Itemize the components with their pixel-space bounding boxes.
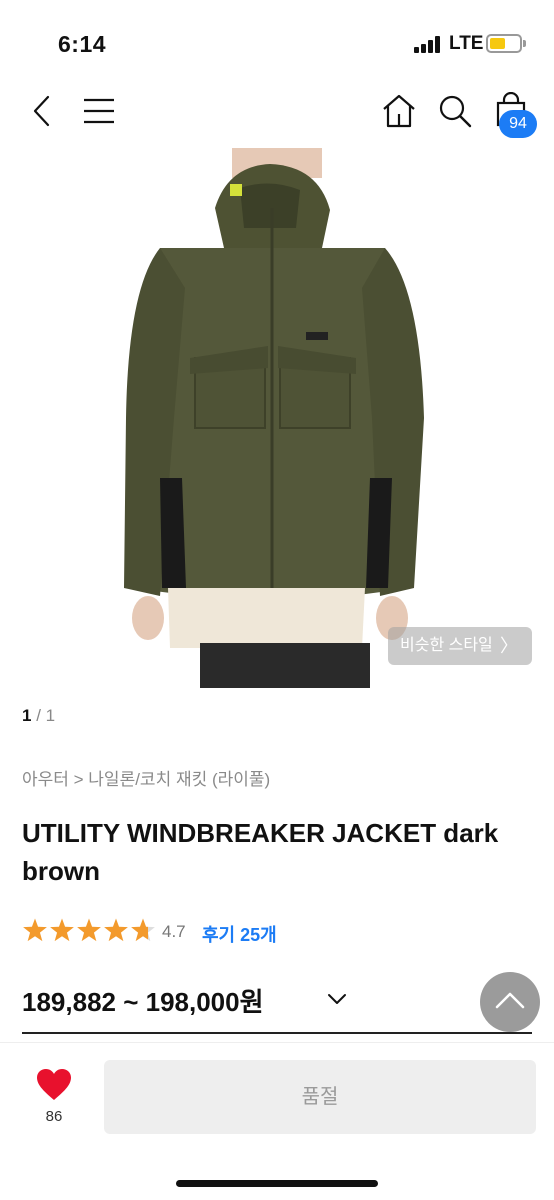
review-link[interactable]: 후기 25개	[202, 921, 277, 947]
status-bar: 6:14 LTE	[0, 0, 554, 80]
network-label: LTE	[449, 33, 484, 54]
cart-count-badge: 94	[499, 110, 537, 138]
product-image[interactable]	[0, 148, 554, 688]
chevron-down-icon[interactable]	[327, 992, 347, 1006]
chevron-up-icon	[495, 992, 525, 1009]
home-icon[interactable]	[380, 92, 418, 130]
star-icon	[50, 918, 74, 942]
divider	[22, 1032, 532, 1034]
status-time: 6:14	[58, 31, 107, 57]
battery-tip	[523, 40, 526, 47]
back-icon[interactable]	[28, 94, 58, 128]
search-icon[interactable]	[436, 92, 474, 130]
similar-style-button[interactable]: 비슷한 스타일 〉	[388, 627, 532, 665]
rating-stars	[23, 918, 155, 942]
rating-score: 4.7	[162, 922, 186, 941]
home-indicator	[176, 1180, 378, 1187]
category-breadcrumb[interactable]: 아우터 > 나일론/코치 재킷 (라이풀)	[22, 765, 270, 790]
battery-level	[490, 38, 505, 49]
chevron-right-icon: 〉	[500, 636, 518, 656]
similar-style-label: 비슷한 스타일	[400, 637, 493, 654]
jacket-photo	[124, 148, 424, 688]
heart-icon[interactable]	[36, 1068, 72, 1102]
image-pager: 1 / 1	[22, 706, 55, 726]
star-icon	[104, 918, 128, 942]
pager-total: / 1	[31, 706, 56, 725]
menu-icon[interactable]	[82, 96, 116, 126]
signal-icon	[414, 35, 444, 53]
soldout-button[interactable]: 품절	[104, 1060, 536, 1134]
top-nav	[0, 80, 554, 144]
star-icon	[131, 918, 155, 942]
price: 189,882 ~ 198,000원	[22, 987, 264, 1017]
like-count: 86	[45, 1108, 63, 1125]
star-icon	[77, 918, 101, 942]
scroll-top-button[interactable]	[480, 972, 540, 1032]
battery-icon	[486, 34, 522, 53]
star-icon	[23, 918, 47, 942]
product-title: UTILITY WINDBREAKER JACKET dark brown	[22, 818, 499, 886]
